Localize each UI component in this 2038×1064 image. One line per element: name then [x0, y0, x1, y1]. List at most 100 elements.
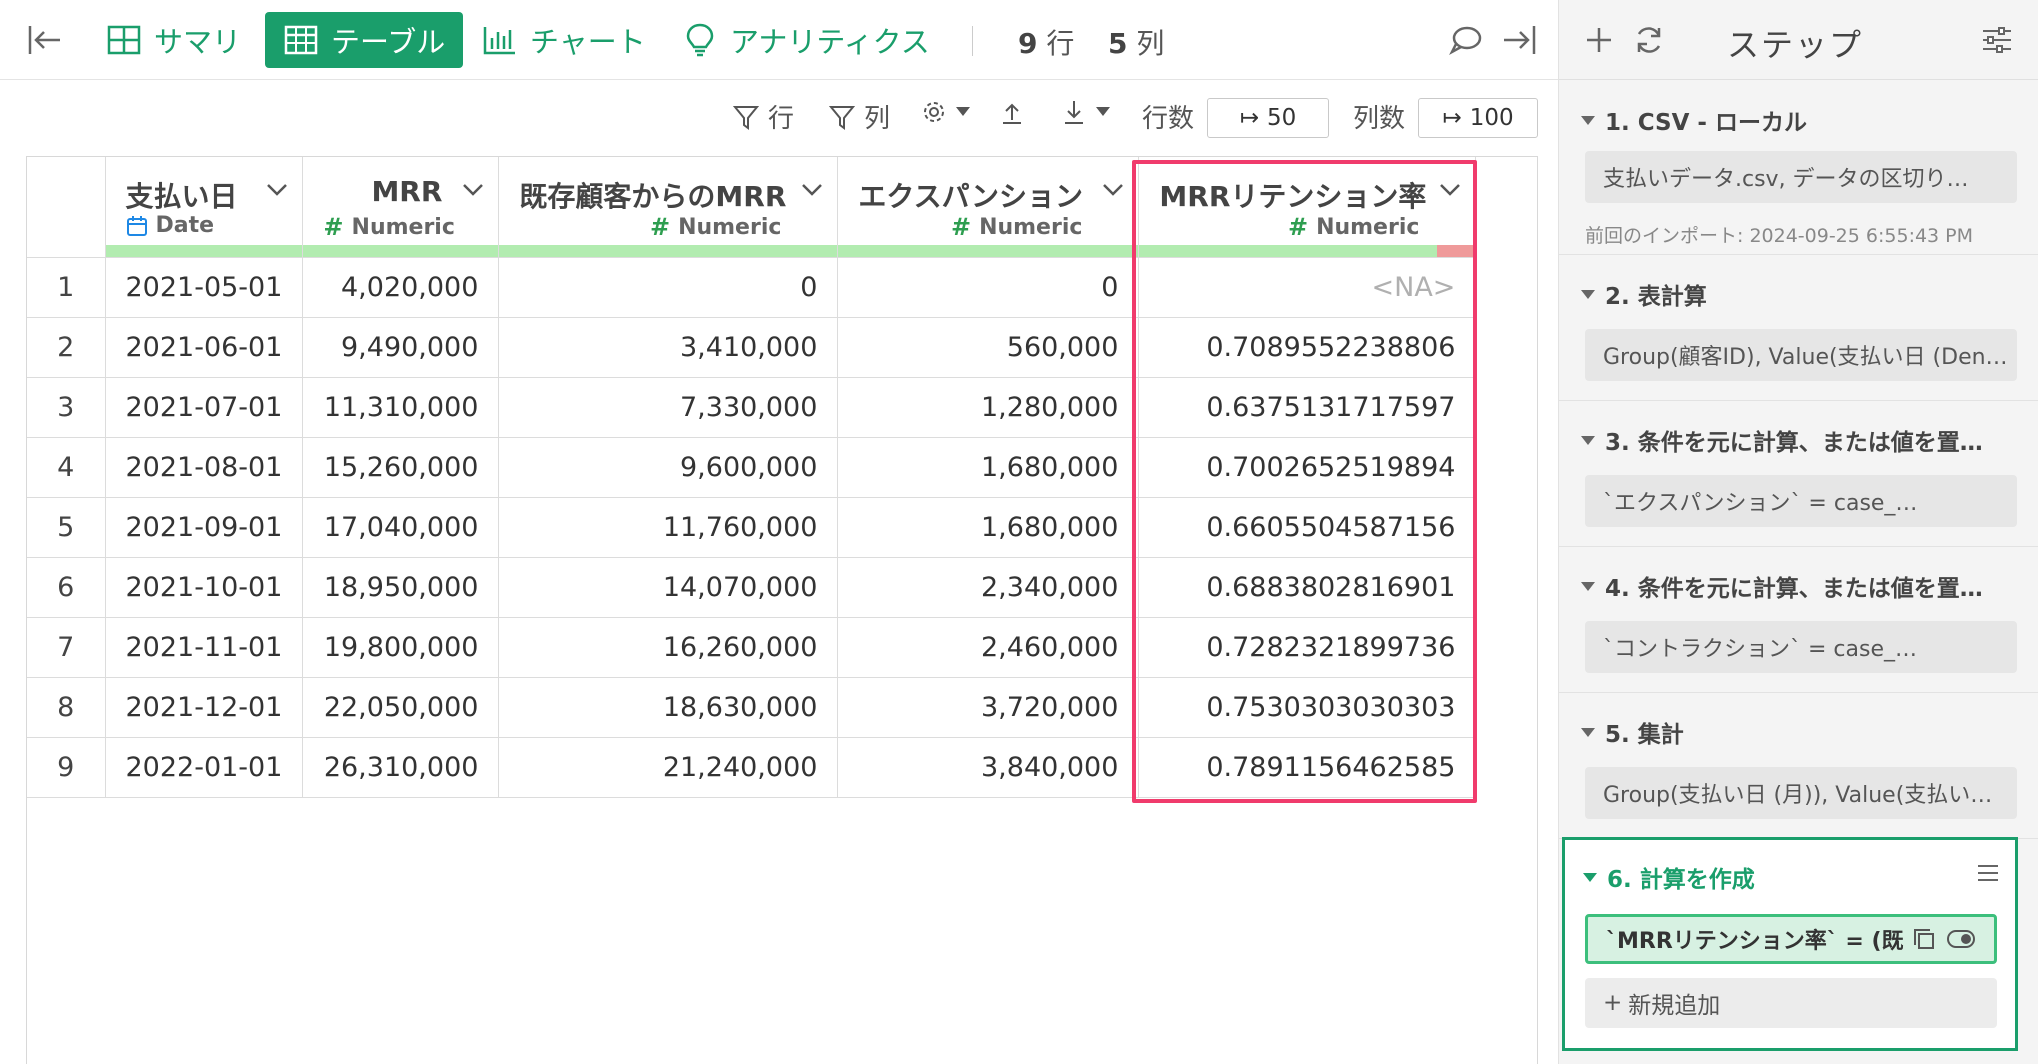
- cell-mrr-retention[interactable]: <NA>: [1138, 257, 1477, 318]
- menu-icon[interactable]: [1975, 860, 2001, 886]
- chevron-down-icon[interactable]: [266, 183, 288, 197]
- step-6-active[interactable]: 6. 計算を作成 `MRRリテンション率` = (既… + 新規追加: [1562, 837, 2018, 1051]
- step-title[interactable]: 5. 集計: [1581, 715, 1684, 749]
- cell-existing-mrr[interactable]: 21,240,000: [498, 737, 839, 798]
- cols-limit-input[interactable]: ↦ 100: [1418, 98, 1538, 138]
- copy-icon[interactable]: [1912, 927, 1936, 951]
- column-header-existing-mrr[interactable]: 既存顧客からのMRR # Numeric: [498, 157, 839, 258]
- tab-chart[interactable]: チャート: [482, 12, 646, 68]
- cell-mrr[interactable]: 18,950,000: [302, 557, 500, 618]
- cell-expansion[interactable]: 560,000: [837, 317, 1140, 378]
- cell-mrr-retention[interactable]: 0.7002652519894: [1138, 437, 1477, 498]
- download-dropdown[interactable]: [1060, 98, 1110, 126]
- table-row[interactable]: 7 2021-11-01 19,800,000 16,260,000 2,460,000…: [27, 617, 1477, 678]
- collapse-left-icon[interactable]: [24, 20, 64, 60]
- step-detail[interactable]: `エクスパンション` = case_…: [1585, 475, 2017, 527]
- step-title[interactable]: 2. 表計算: [1581, 277, 1707, 311]
- column-header-payment-date[interactable]: 支払い日 Date: [105, 157, 304, 258]
- cell-mrr[interactable]: 11,310,000: [302, 377, 500, 438]
- chevron-down-icon[interactable]: [801, 183, 823, 197]
- col-filter-button[interactable]: 列: [828, 98, 890, 135]
- step-4[interactable]: 4. 条件を元に計算、または値を置… `コントラクション` = case_…: [1559, 547, 2038, 693]
- cell-payment-date[interactable]: 2021-06-01: [105, 317, 304, 378]
- cell-existing-mrr[interactable]: 9,600,000: [498, 437, 839, 498]
- cell-existing-mrr[interactable]: 3,410,000: [498, 317, 839, 378]
- cell-expansion[interactable]: 1,680,000: [837, 497, 1140, 558]
- settings-dropdown[interactable]: [920, 98, 970, 126]
- column-header-mrr-retention[interactable]: MRRリテンション率 # Numeric: [1138, 157, 1477, 258]
- cell-mrr[interactable]: 19,800,000: [302, 617, 500, 678]
- chevron-down-icon[interactable]: [1102, 183, 1124, 197]
- step-3[interactable]: 3. 条件を元に計算、または値を置… `エクスパンション` = case_…: [1559, 401, 2038, 547]
- comment-icon[interactable]: [1446, 20, 1486, 60]
- cell-mrr[interactable]: 17,040,000: [302, 497, 500, 558]
- table-row[interactable]: 8 2021-12-01 22,050,000 18,630,000 3,720,000…: [27, 677, 1477, 738]
- cell-existing-mrr[interactable]: 0: [498, 257, 839, 318]
- table-row[interactable]: 9 2022-01-01 26,310,000 21,240,000 3,840,000…: [27, 737, 1477, 798]
- step-title[interactable]: 1. CSV - ローカル: [1581, 103, 1807, 137]
- chevron-down-icon[interactable]: [1439, 183, 1461, 197]
- cell-mrr[interactable]: 15,260,000: [302, 437, 500, 498]
- rows-limit-input[interactable]: ↦ 50: [1207, 98, 1329, 138]
- chevron-down-icon[interactable]: [462, 183, 484, 197]
- plus-icon[interactable]: [1581, 22, 1617, 58]
- cell-expansion[interactable]: 3,840,000: [837, 737, 1140, 798]
- step-detail[interactable]: Group(顧客ID), Value(支払い日 (Den…: [1585, 329, 2017, 381]
- step-title[interactable]: 6. 計算を作成: [1583, 860, 1755, 894]
- cell-mrr[interactable]: 4,020,000: [302, 257, 500, 318]
- column-header-mrr[interactable]: MRR # Numeric: [302, 157, 500, 258]
- row-filter-button[interactable]: 行: [732, 98, 794, 135]
- table-row[interactable]: 6 2021-10-01 18,950,000 14,070,000 2,340,000…: [27, 557, 1477, 618]
- cell-mrr[interactable]: 9,490,000: [302, 317, 500, 378]
- cell-mrr-retention[interactable]: 0.7282321899736: [1138, 617, 1477, 678]
- cell-existing-mrr[interactable]: 18,630,000: [498, 677, 839, 738]
- cell-existing-mrr[interactable]: 7,330,000: [498, 377, 839, 438]
- cell-expansion[interactable]: 2,460,000: [837, 617, 1140, 678]
- cell-mrr-retention[interactable]: 0.6883802816901: [1138, 557, 1477, 618]
- refresh-icon[interactable]: [1631, 22, 1667, 58]
- step-detail-selected[interactable]: `MRRリテンション率` = (既…: [1585, 914, 1997, 964]
- cell-payment-date[interactable]: 2022-01-01: [105, 737, 304, 798]
- cell-mrr-retention[interactable]: 0.7089552238806: [1138, 317, 1477, 378]
- cell-mrr[interactable]: 26,310,000: [302, 737, 500, 798]
- cell-payment-date[interactable]: 2021-08-01: [105, 437, 304, 498]
- step-title[interactable]: 4. 条件を元に計算、または値を置…: [1581, 569, 1983, 603]
- cell-expansion[interactable]: 3,720,000: [837, 677, 1140, 738]
- cell-mrr-retention[interactable]: 0.6375131717597: [1138, 377, 1477, 438]
- collapse-right-icon[interactable]: [1500, 20, 1540, 60]
- step-detail[interactable]: `コントラクション` = case_…: [1585, 621, 2017, 673]
- cell-payment-date[interactable]: 2021-10-01: [105, 557, 304, 618]
- add-new-step-button[interactable]: + 新規追加: [1585, 978, 1997, 1028]
- cell-existing-mrr[interactable]: 14,070,000: [498, 557, 839, 618]
- column-header-expansion[interactable]: エクスパンション # Numeric: [837, 157, 1140, 258]
- cell-existing-mrr[interactable]: 11,760,000: [498, 497, 839, 558]
- cell-expansion[interactable]: 1,680,000: [837, 437, 1140, 498]
- cell-mrr-retention[interactable]: 0.7530303030303: [1138, 677, 1477, 738]
- cell-payment-date[interactable]: 2021-11-01: [105, 617, 304, 678]
- step-detail[interactable]: 支払いデータ.csv, データの区切り…: [1585, 151, 2017, 203]
- step-1[interactable]: 1. CSV - ローカル 支払いデータ.csv, データの区切り… 前回のイン…: [1559, 81, 2038, 255]
- tab-table[interactable]: テーブル: [265, 12, 464, 68]
- eye-toggle-icon[interactable]: [1946, 927, 1976, 951]
- step-5[interactable]: 5. 集計 Group(支払い日 (月)), Value(支払い…: [1559, 693, 2038, 839]
- cell-expansion[interactable]: 0: [837, 257, 1140, 318]
- sliders-icon[interactable]: [1979, 22, 2015, 58]
- table-row[interactable]: 1 2021-05-01 4,020,000 0 0 <NA>: [27, 257, 1477, 318]
- step-title[interactable]: 3. 条件を元に計算、または値を置…: [1581, 423, 1983, 457]
- cell-payment-date[interactable]: 2021-09-01: [105, 497, 304, 558]
- table-row[interactable]: 3 2021-07-01 11,310,000 7,330,000 1,280,000 0…: [27, 377, 1477, 438]
- upload-button[interactable]: [998, 98, 1026, 126]
- cell-mrr[interactable]: 22,050,000: [302, 677, 500, 738]
- tab-analytics[interactable]: アナリティクス: [682, 12, 930, 68]
- cell-payment-date[interactable]: 2021-05-01: [105, 257, 304, 318]
- table-row[interactable]: 5 2021-09-01 17,040,000 11,760,000 1,680,000…: [27, 497, 1477, 558]
- cell-payment-date[interactable]: 2021-07-01: [105, 377, 304, 438]
- table-row[interactable]: 2 2021-06-01 9,490,000 3,410,000 560,000 0.70…: [27, 317, 1477, 378]
- cell-mrr-retention[interactable]: 0.7891156462585: [1138, 737, 1477, 798]
- step-detail[interactable]: Group(支払い日 (月)), Value(支払い…: [1585, 767, 2017, 819]
- cell-payment-date[interactable]: 2021-12-01: [105, 677, 304, 738]
- cell-existing-mrr[interactable]: 16,260,000: [498, 617, 839, 678]
- tab-summary[interactable]: サマリ: [106, 12, 241, 68]
- table-row[interactable]: 4 2021-08-01 15,260,000 9,600,000 1,680,000 0…: [27, 437, 1477, 498]
- cell-expansion[interactable]: 2,340,000: [837, 557, 1140, 618]
